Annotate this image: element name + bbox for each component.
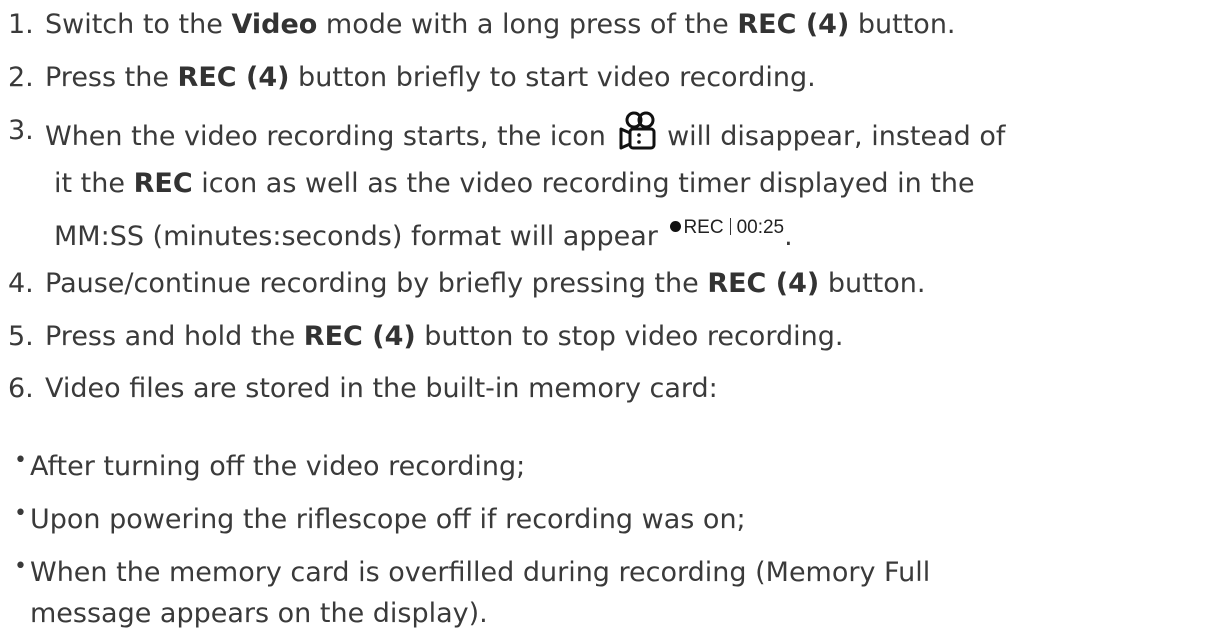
step-text: .: [784, 221, 793, 252]
bullet-text: Upon powering the riflescope off if reco…: [30, 504, 746, 535]
step-text: Video files are stored in the built-in m…: [45, 373, 718, 404]
bullet-item: • After turning off the video recording;: [0, 447, 525, 489]
step-text: Press and hold the: [45, 321, 304, 352]
step-text-bold: REC (4): [303, 321, 416, 352]
bullet-item: • Upon powering the riflescope off if rec…: [0, 500, 746, 542]
step-4: 4. Pause/continue recording by briefly pr…: [0, 264, 925, 304]
step-text-bold: REC (4): [177, 62, 290, 93]
step-text: button.: [849, 9, 956, 40]
step-text-bold: REC: [133, 168, 193, 199]
rec-timer: 00:25: [736, 217, 785, 238]
rec-dot-icon: [670, 221, 682, 232]
bullet-item: • When the memory card is overfilled duri…: [0, 553, 930, 595]
bullet-icon: •: [14, 501, 27, 526]
step-text: mode with a long press of the: [317, 9, 738, 40]
step-number: 3.: [8, 115, 34, 146]
step-text: icon as well as the video recording time…: [192, 168, 975, 199]
step-text: Press the: [45, 62, 178, 93]
step-number: 2.: [8, 62, 34, 93]
step-5: 5. Press and hold the REC (4) button to s…: [0, 317, 843, 357]
step-text: will disappear, instead of: [658, 121, 1006, 152]
step-text: Switch to the: [45, 9, 232, 40]
step-text: button to stop video recording.: [415, 321, 844, 352]
instructions-document: 1. Switch to the Video mode with a long p…: [0, 0, 1209, 629]
step-number: 5.: [8, 321, 34, 352]
step-text: Pause/continue recording by briefly pres…: [45, 268, 708, 299]
step-2: 2. Press the REC (4) button briefly to st…: [0, 58, 816, 98]
rec-separator: [729, 218, 731, 235]
step-3: 3. When the video recording starts, the i…: [0, 111, 1005, 157]
step-text-bold: REC (4): [707, 268, 820, 299]
step-text: MM:SS (minutes:seconds) format will appe…: [54, 221, 667, 252]
rec-indicator-label: REC: [683, 217, 724, 238]
step-3-continued: it the REC icon as well as the video rec…: [54, 164, 975, 204]
bullet-text: message appears on the display).: [30, 598, 488, 629]
step-number: 6.: [8, 373, 34, 404]
step-number: 1.: [8, 9, 34, 40]
bullet-text: After turning off the video recording;: [30, 451, 526, 482]
step-6: 6. Video files are stored in the built-in…: [0, 369, 718, 409]
bullet-icon: •: [14, 448, 27, 473]
step-text: button.: [819, 268, 926, 299]
step-text: When the video recording starts, the ico…: [45, 121, 615, 152]
video-camera-icon: [619, 111, 655, 150]
step-text: it the: [54, 168, 134, 199]
step-3-continued: MM:SS (minutes:seconds) format will appe…: [54, 217, 793, 260]
rec-indicator: REC 00:25: [670, 208, 784, 248]
bullet-icon: •: [14, 554, 27, 579]
step-text-bold: Video: [231, 9, 318, 40]
bullet-text: When the memory card is overfilled durin…: [30, 557, 931, 588]
step-text: button briefly to start video recording.: [289, 62, 816, 93]
step-text-bold: REC (4): [737, 9, 850, 40]
bullet-item-continued: message appears on the display).: [30, 594, 488, 634]
step-1: 1. Switch to the Video mode with a long p…: [0, 5, 956, 45]
step-number: 4.: [8, 268, 34, 299]
